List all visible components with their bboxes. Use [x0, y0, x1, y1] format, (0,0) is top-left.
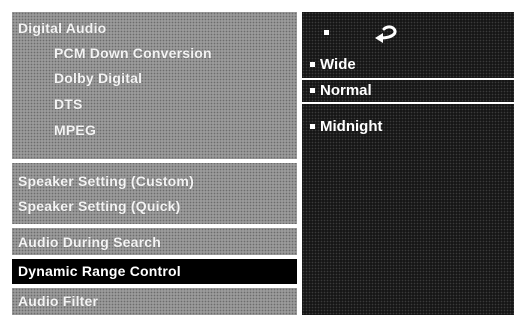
- menu-divider: [12, 159, 297, 163]
- option-label: Midnight: [320, 118, 383, 135]
- bullet-icon: [310, 61, 315, 67]
- menu-divider: [12, 284, 297, 288]
- bullet-icon: [324, 30, 329, 35]
- menu-item-audio-during-search[interactable]: Audio During Search: [12, 230, 297, 255]
- menu-item-audio-filter[interactable]: Audio Filter: [12, 289, 297, 314]
- menu-item-dolby-digital[interactable]: Dolby Digital: [12, 66, 297, 91]
- menu-item-dts[interactable]: DTS: [12, 92, 297, 117]
- option-wide[interactable]: Wide: [302, 52, 514, 78]
- option-midnight[interactable]: Midnight: [302, 114, 514, 140]
- dynamic-range-options-panel: Wide Normal Midnight: [302, 12, 514, 315]
- menu-divider: [12, 224, 297, 228]
- return-arrow-icon[interactable]: [372, 23, 402, 43]
- menu-item-speaker-setting-custom[interactable]: Speaker Setting (Custom): [12, 169, 297, 194]
- audio-settings-menu: Digital Audio PCM Down Conversion Dolby …: [12, 12, 297, 315]
- option-label: Wide: [320, 56, 356, 73]
- menu-item-mpeg[interactable]: MPEG: [12, 118, 297, 143]
- menu-item-speaker-setting-quick[interactable]: Speaker Setting (Quick): [12, 194, 297, 219]
- menu-item-pcm-down-conversion[interactable]: PCM Down Conversion: [12, 41, 297, 66]
- osd-setup-screen: Digital Audio PCM Down Conversion Dolby …: [0, 0, 517, 315]
- option-normal[interactable]: Normal: [302, 78, 514, 104]
- menu-item-dynamic-range-control[interactable]: Dynamic Range Control: [12, 259, 297, 284]
- bullet-icon: [310, 123, 315, 129]
- menu-item-digital-audio[interactable]: Digital Audio: [12, 16, 297, 41]
- return-option[interactable]: [302, 22, 514, 44]
- bullet-icon: [310, 87, 315, 93]
- option-label: Normal: [320, 82, 372, 99]
